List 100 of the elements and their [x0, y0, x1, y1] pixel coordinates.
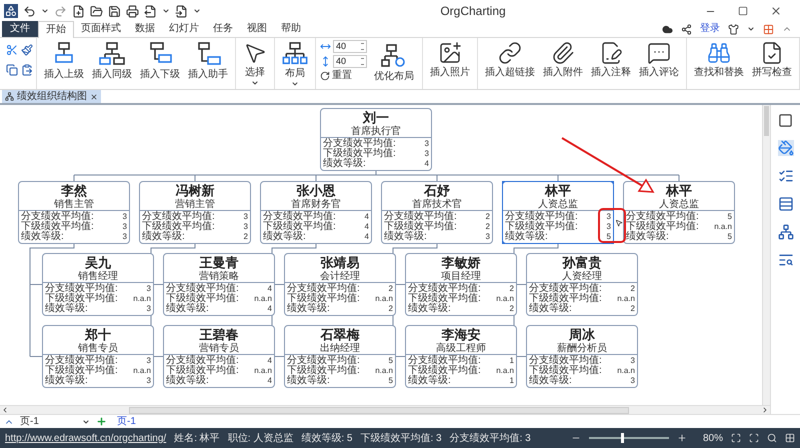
metric-value: n.a.n [496, 294, 514, 304]
spacing-field[interactable]: 40 [333, 40, 367, 53]
vertical-scrollbar[interactable] [762, 105, 770, 405]
org-node[interactable]: 孙富贵 人资经理 分支绩效平均值: 2 下级绩效平均值: n.a.n 绩效等级: 2 [526, 253, 638, 316]
fit-width-icon[interactable] [749, 433, 759, 443]
scroll-right-icon[interactable] [761, 406, 769, 414]
close-icon[interactable] [770, 5, 782, 17]
org-node[interactable]: 王曼青 营销策略 分支绩效平均值: 4 下级绩效平均值: n.a.n 绩效等级: 4 [163, 253, 275, 316]
metric-label: 绩效等级: [166, 304, 209, 314]
document-tab[interactable]: 绩效组织结构图 [2, 90, 101, 103]
import-icon[interactable] [175, 4, 188, 18]
brush-icon[interactable] [21, 44, 33, 56]
ribbon-button[interactable]: 插入上级 [40, 38, 88, 88]
metric-label: 下级绩效平均值: [384, 222, 457, 232]
file-menu[interactable]: 文件 [2, 21, 38, 37]
window-title: OrgCharting [440, 3, 506, 20]
ribbon-button[interactable]: 插入同级 [88, 38, 136, 88]
menu-tab[interactable]: 帮助 [274, 21, 308, 37]
org-node[interactable]: 林平 人资总监 分支绩效平均值: 3 下级绩效平均值: 3 绩效等级: 5 [502, 181, 614, 244]
org-node[interactable]: 王碧春 营销专员 分支绩效平均值: 4 下级绩效平均值: n.a.n 绩效等级: 4 [163, 325, 275, 388]
org-node[interactable]: 周冰 薪酬分析员 分支绩效平均值: 3 下级绩效平均值: n.a.n 绩效等级: 3 [526, 325, 638, 388]
horizontal-scrollbar[interactable] [0, 405, 770, 414]
ribbon-button[interactable]: 插入下级 [136, 38, 184, 88]
metric-value: n.a.n [714, 222, 732, 232]
org-node[interactable]: 李敏娇 项目经理 分支绩效平均值: 2 下级绩效平均值: n.a.n 绩效等级: 2 [405, 253, 517, 316]
fit-page-icon[interactable] [731, 433, 741, 443]
node-title: 薪酬分析员 [557, 343, 607, 354]
org-node[interactable]: 李海安 高级工程师 分支绩效平均值: 1 下级绩效平均值: n.a.n 绩效等级: 1 [405, 325, 517, 388]
apps-icon[interactable] [763, 24, 774, 34]
print-icon[interactable] [126, 4, 139, 18]
list-icon[interactable] [778, 168, 794, 184]
login-link[interactable]: 登录 [700, 23, 720, 35]
org-node[interactable]: 刘一 首席执行官 分支绩效平均值: 3 下级绩效平均值: 3 绩效等级: 4 [320, 108, 432, 171]
org-node[interactable]: 石翠梅 出纳经理 分支绩效平均值: 5 下级绩效平均值: n.a.n 绩效等级: 5 [284, 325, 396, 388]
ribbon-button[interactable]: 选择 [239, 38, 271, 88]
node-name: 冯树新 [176, 184, 214, 199]
redo-icon[interactable] [54, 4, 67, 18]
metric-value: 3 [122, 212, 127, 222]
metric-label: 分支绩效平均值: [166, 356, 239, 366]
cloud-icon[interactable] [662, 24, 673, 34]
org-node[interactable]: 吴九 销售经理 分支绩效平均值: 3 下级绩效平均值: n.a.n 绩效等级: 3 [42, 253, 154, 316]
org-node[interactable]: 林平 人资总监 分支绩效平均值: 5 下级绩效平均值: n.a.n 绩效等级: 5 [623, 181, 735, 244]
ribbon-button[interactable]: 插入评论 [635, 38, 683, 88]
scissors-icon[interactable] [6, 44, 18, 56]
save-icon[interactable] [108, 4, 121, 18]
zoom-thumb[interactable] [620, 433, 624, 443]
hierarchy-refresh-icon [381, 43, 407, 69]
metric-label: 分支绩效平均值: [21, 212, 94, 222]
close-tab-icon[interactable] [90, 92, 98, 100]
ribbon-button[interactable]: 插入注释 [587, 38, 635, 88]
org-node[interactable]: 张小恩 首席财务官 分支绩效平均值: 4 下级绩效平均值: 4 绩效等级: 4 [260, 181, 372, 244]
highlight-frame [598, 208, 626, 243]
ribbon-button[interactable]: 优化布局 [370, 40, 418, 90]
zoom-in-icon[interactable] [676, 433, 687, 443]
metric-label: 下级绩效平均值: [21, 222, 94, 232]
menu-tab[interactable]: 任务 [206, 21, 240, 37]
metric-value: 5 [728, 232, 732, 242]
share-icon[interactable] [681, 24, 692, 34]
menu-tab[interactable]: 数据 [128, 21, 162, 37]
menu-tab[interactable]: 幻灯片 [162, 21, 206, 37]
new-file-icon[interactable] [72, 4, 85, 18]
ribbon-button[interactable]: 拼写检查 [748, 38, 796, 88]
org-node[interactable]: 张靖易 会计经理 分支绩效平均值: 2 下级绩效平均值: n.a.n 绩效等级: 2 [284, 253, 396, 316]
spacing-field[interactable]: 40 [333, 55, 367, 68]
ribbon-button[interactable]: 查找和替换 [690, 38, 748, 88]
rows-icon[interactable] [778, 196, 794, 212]
undo-icon[interactable] [23, 4, 36, 18]
shape-icon[interactable] [778, 113, 793, 128]
paste-icon[interactable] [21, 64, 33, 76]
comment-icon [647, 41, 671, 65]
zoom-icon[interactable] [767, 433, 777, 443]
org-node[interactable]: 石妤 首席技术官 分支绩效平均值: 2 下级绩效平均值: 2 绩效等级: 3 [381, 181, 493, 244]
add-page-icon[interactable] [96, 416, 107, 427]
ribbon-button[interactable]: 插入照片 [426, 38, 474, 88]
website-link[interactable]: http://www.edrawsoft.cn/orgcharting/ [5, 430, 166, 446]
scroll-left-icon[interactable] [1, 406, 9, 414]
link-icon [498, 41, 522, 65]
ribbon-button[interactable]: 插入超链接 [481, 38, 539, 88]
reset-button[interactable]: 重置 [320, 70, 367, 82]
fill-icon[interactable] [778, 140, 794, 156]
ribbon-button[interactable]: 布局 [278, 38, 312, 88]
ribbon-button[interactable]: 插入助手 [184, 38, 232, 88]
org-node[interactable]: 冯树新 营销主管 分支绩效平均值: 3 下级绩效平均值: 3 绩效等级: 2 [139, 181, 251, 244]
metric-label: 分支绩效平均值: [166, 284, 239, 294]
ribbon-button[interactable]: 插入附件 [539, 38, 587, 88]
page-select[interactable]: 页-1 [20, 416, 90, 428]
maximize-icon[interactable] [738, 6, 748, 16]
org-node[interactable]: 郑十 销售专员 分支绩效平均值: 3 下级绩效平均值: n.a.n 绩效等级: 3 [42, 325, 154, 388]
menu-tab[interactable]: 视图 [240, 21, 274, 37]
tree-icon[interactable] [778, 224, 794, 240]
copy-icon[interactable] [6, 64, 18, 76]
grid-icon[interactable] [785, 433, 795, 443]
export-icon[interactable] [144, 4, 157, 18]
menu-tab[interactable]: 页面样式 [74, 21, 128, 37]
org-node[interactable]: 李然 销售主管 分支绩效平均值: 3 下级绩效平均值: 3 绩效等级: 3 [18, 181, 130, 244]
text-search-icon[interactable] [778, 252, 794, 268]
folder-icon[interactable] [90, 4, 103, 18]
hierarchy-icon [282, 41, 308, 66]
menu-tab[interactable]: 开始 [38, 21, 74, 38]
shirt-icon[interactable] [728, 24, 739, 34]
